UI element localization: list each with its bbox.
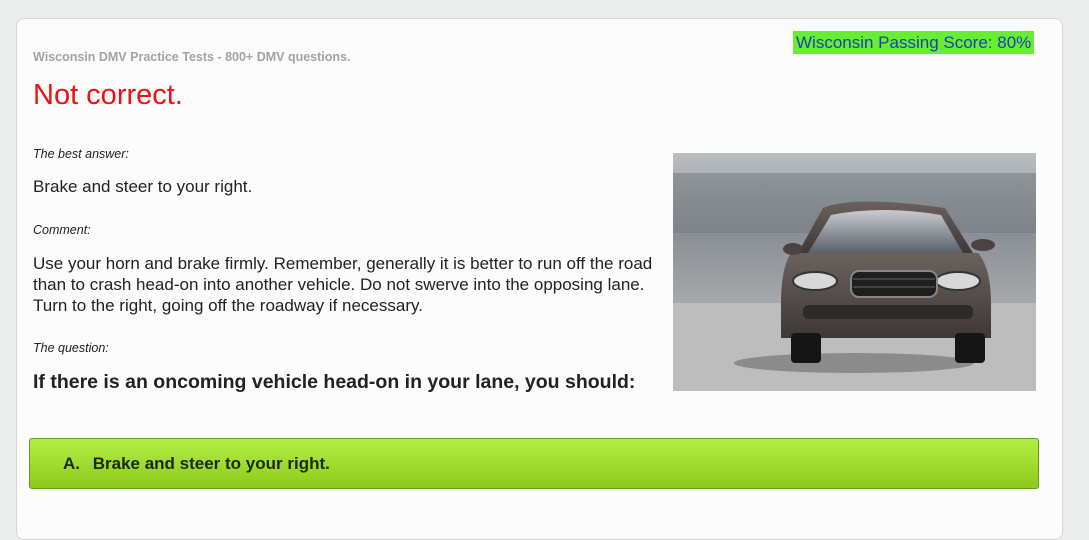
comment-text: Use your horn and brake firmly. Remember… [33, 254, 653, 315]
comment-label: Comment: [33, 223, 91, 237]
content-card: Wisconsin DMV Practice Tests - 800+ DMV … [16, 18, 1063, 540]
question-text: If there is an oncoming vehicle head-on … [33, 371, 636, 393]
best-answer-label: The best answer: [33, 147, 129, 161]
passing-score-badge: Wisconsin Passing Score: 80% [793, 31, 1035, 54]
site-title: Wisconsin DMV Practice Tests - 800+ DMV … [33, 50, 351, 64]
question-label: The question: [33, 341, 109, 355]
result-heading: Not correct. [33, 79, 183, 111]
best-answer-text: Brake and steer to your right. [33, 177, 253, 196]
answer-option-a[interactable]: A. Brake and steer to your right. [29, 438, 1039, 489]
car-photo [673, 153, 1036, 391]
answer-option-text: Brake and steer to your right. [92, 454, 330, 473]
answer-option-letter: A. [63, 454, 80, 473]
